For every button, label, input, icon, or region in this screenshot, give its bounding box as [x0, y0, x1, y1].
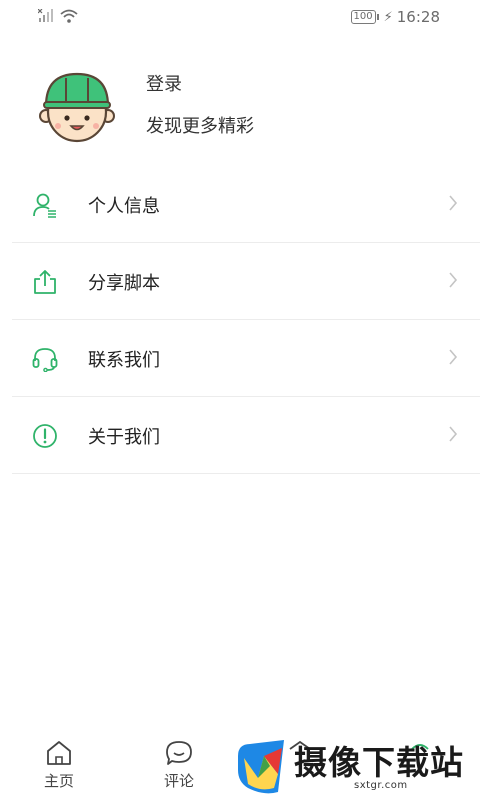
chevron-right-icon: [449, 426, 458, 442]
share-icon: [34, 270, 56, 294]
menu-label: 个人信息: [88, 196, 160, 217]
menu-label: 分享脚本: [88, 273, 160, 294]
watermark-url: sxtgr.com: [354, 780, 408, 791]
no-signal-icon: [38, 9, 53, 22]
chevron-right-icon: [449, 272, 458, 288]
settings-menu: 个人信息 分享脚本 联系我们 关于我们: [12, 166, 480, 474]
menu-item-share-script[interactable]: 分享脚本: [12, 243, 480, 320]
menu-label: 联系我们: [88, 350, 160, 371]
watermark-text: 摄像下载站: [294, 743, 464, 782]
avatar[interactable]: [38, 66, 116, 144]
login-link[interactable]: 登录: [146, 70, 182, 96]
home-icon: [47, 741, 71, 765]
status-left: [38, 9, 78, 23]
tab-comments[interactable]: 评论: [149, 740, 209, 791]
chevron-right-icon: [449, 349, 458, 365]
clock: 16:28: [396, 8, 440, 26]
wifi-icon: [60, 9, 78, 23]
battery-indicator: 100: [350, 10, 379, 24]
menu-item-about-us[interactable]: 关于我们: [12, 397, 480, 474]
discover-subtitle: 发现更多精彩: [146, 116, 254, 137]
chat-bubble-icon: [166, 741, 192, 765]
chevron-right-icon: [449, 195, 458, 211]
menu-label: 关于我们: [88, 427, 160, 448]
watermark: 摄像下载站 sxtgr.com: [232, 734, 480, 800]
tab-home[interactable]: 主页: [29, 740, 89, 791]
menu-item-contact-us[interactable]: 联系我们: [12, 320, 480, 397]
menu-item-personal-info[interactable]: 个人信息: [12, 166, 480, 243]
profile-header[interactable]: 登录 发现更多精彩: [0, 50, 480, 160]
info-alert-icon: [33, 424, 57, 448]
charging-icon: ⚡: [383, 9, 393, 25]
headset-icon: [32, 348, 58, 372]
tab-label: 主页: [43, 772, 74, 790]
tab-label: 评论: [163, 772, 194, 790]
status-bar: 100 ⚡ 16:28: [0, 0, 480, 36]
user-info-icon: [33, 193, 56, 218]
status-right: 100 ⚡ 16:28: [350, 8, 440, 26]
watermark-logo-icon: [238, 740, 284, 794]
